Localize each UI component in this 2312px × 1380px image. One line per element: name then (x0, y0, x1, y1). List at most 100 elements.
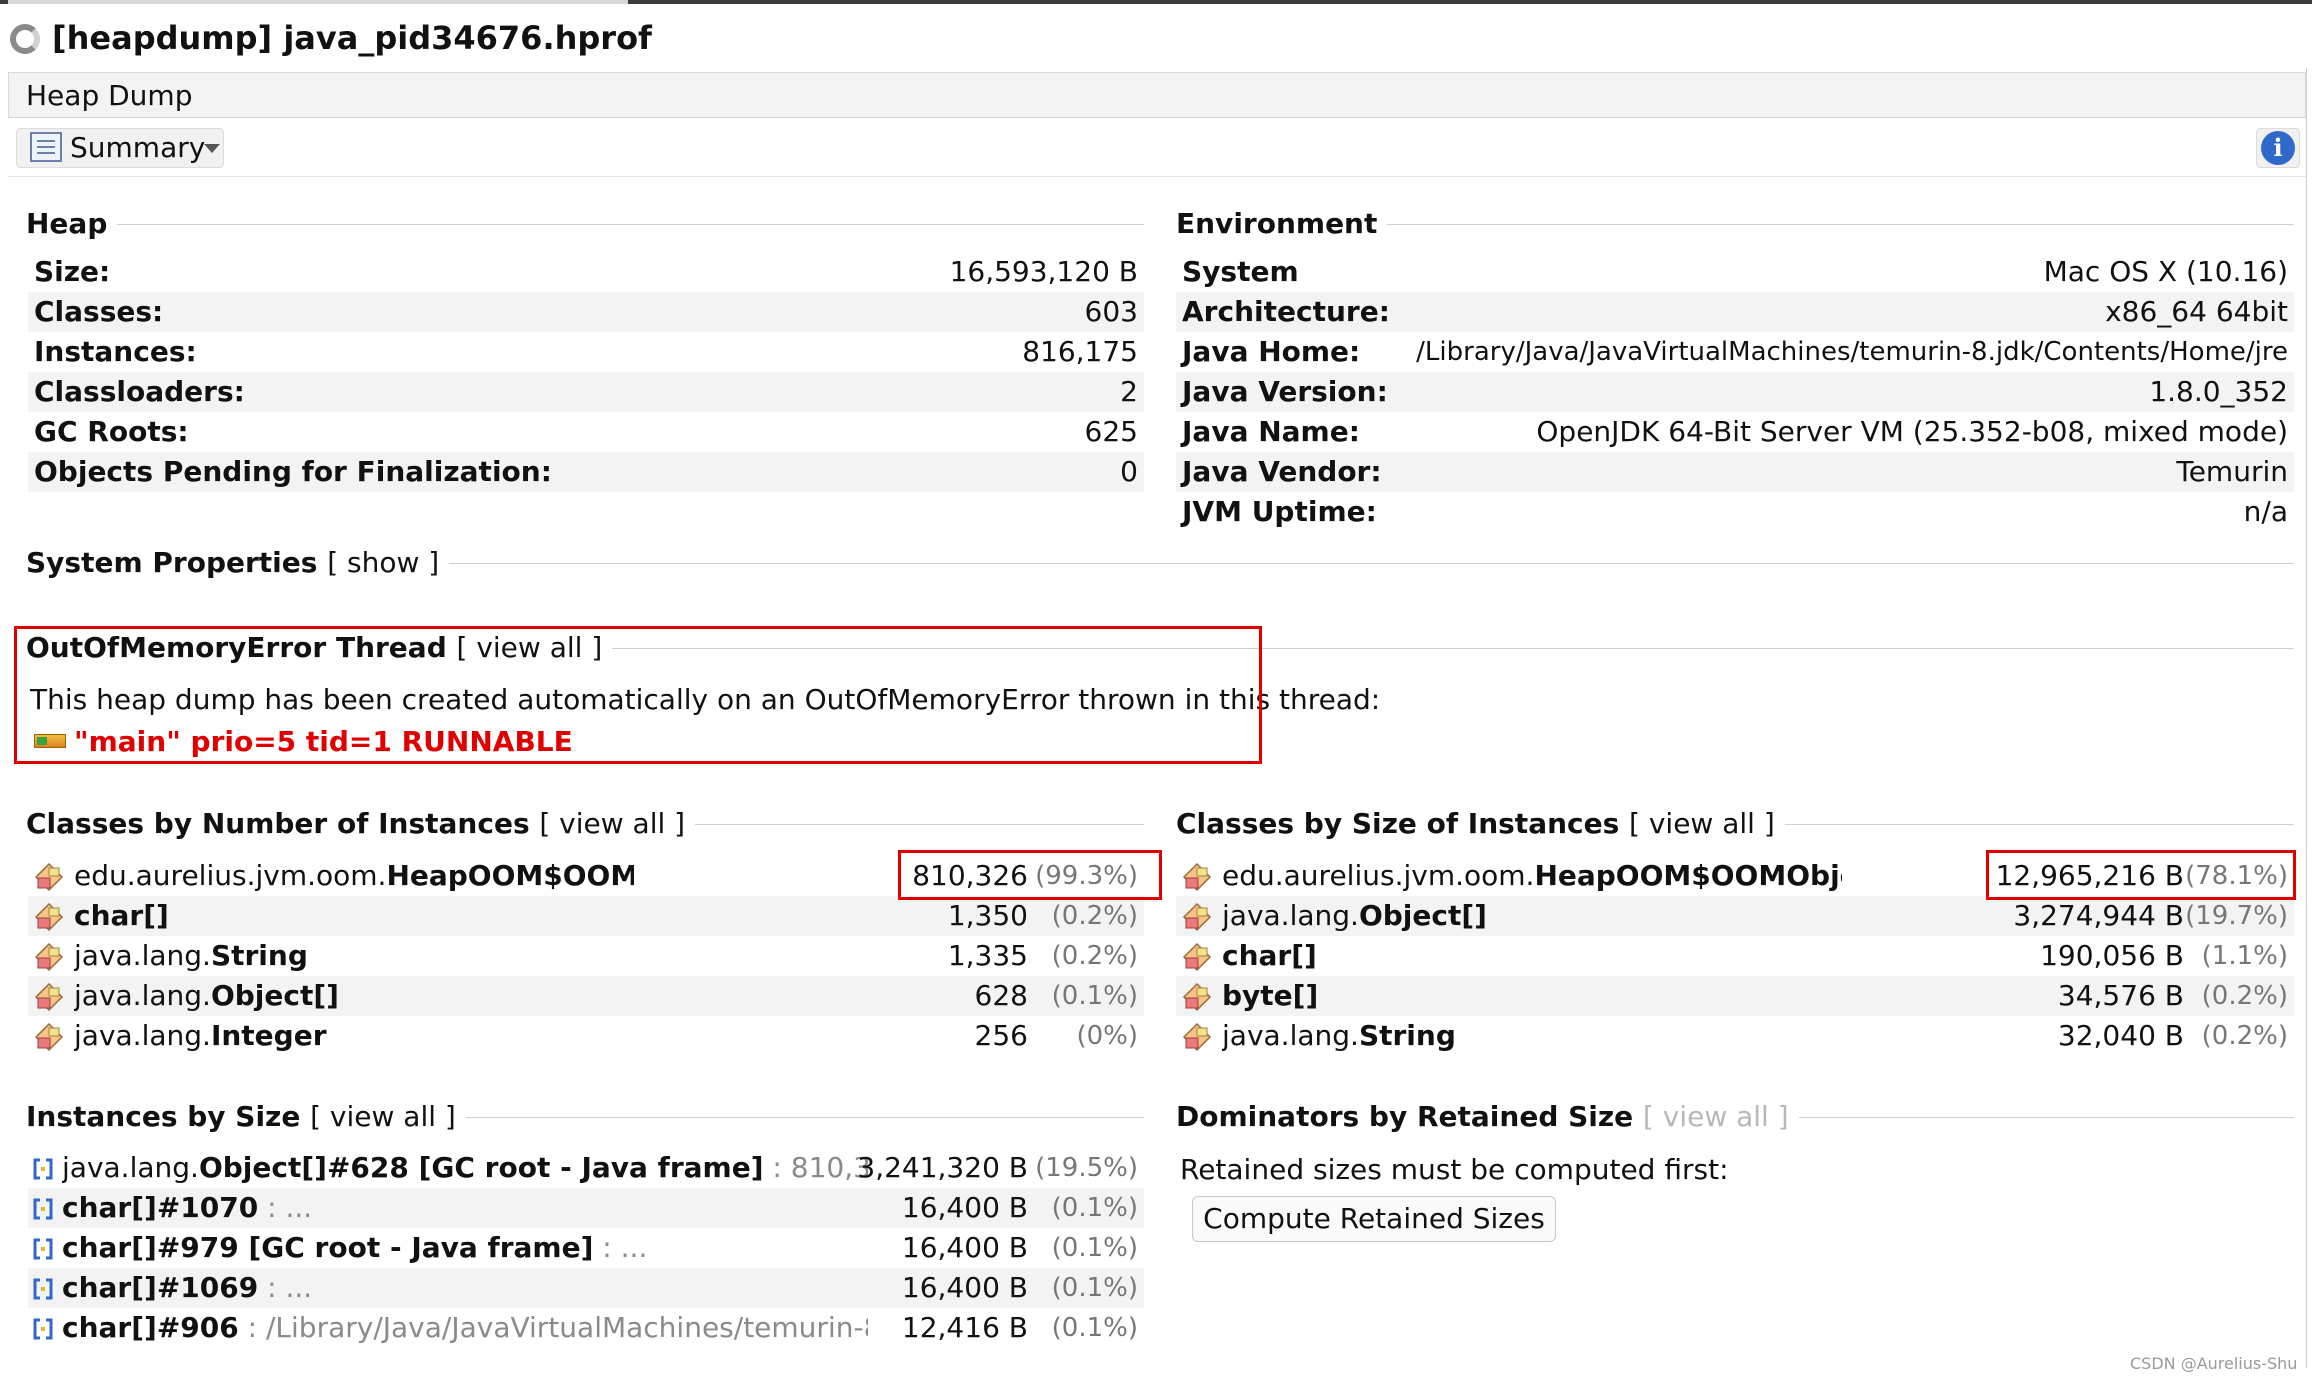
heap-row-value: 0 (1120, 455, 1138, 488)
oom-section-header: OutOfMemoryError Thread [ view all ] (26, 631, 613, 665)
heap-row-label: Instances: (34, 335, 197, 368)
instance-size: 3,274,944 B (2013, 899, 2184, 932)
heap-row-value: 816,175 (1022, 335, 1138, 368)
classes-by-number-header: Classes by Number of Instances [ view al… (26, 807, 696, 841)
class-row[interactable]: java.lang.String 1,335 (0.2%) (28, 936, 1144, 976)
heap-section-rule (26, 224, 1144, 225)
classes-by-size-title: Classes by Size of Instances (1176, 807, 1620, 840)
environment-row: Java Name: OpenJDK 64-Bit Server VM (25.… (1176, 412, 2294, 452)
dominators-title: Dominators by Retained Size (1176, 1100, 1634, 1133)
thread-icon (34, 734, 66, 748)
environment-row-value: n/a (2243, 495, 2288, 528)
environment-row-label: Java Name: (1182, 415, 1360, 448)
class-name: java.lang.String (1222, 1019, 1456, 1052)
classes-by-number-view-all-link[interactable]: [ view all ] (539, 807, 685, 840)
heap-row-label: Objects Pending for Finalization: (34, 455, 552, 488)
heap-row-value: 603 (1084, 295, 1138, 328)
instances-by-size-view-all-link[interactable]: [ view all ] (310, 1100, 456, 1133)
heap-row: Objects Pending for Finalization: 0 (28, 452, 1144, 492)
instance-size: 32,040 B (2057, 1019, 2184, 1052)
instance-size-percent: (19.5%) (1035, 1153, 1138, 1183)
class-size-row[interactable]: java.lang.Object[] 3,274,944 B (19.7%) (1176, 896, 2294, 936)
size-percent: (0.2%) (2201, 981, 2288, 1011)
environment-row-label: Java Home: (1182, 335, 1361, 368)
instance-name: char[]#1070 : ... (62, 1191, 313, 1224)
heap-row-value: 2 (1120, 375, 1138, 408)
class-name: byte[] (1222, 979, 1319, 1012)
environment-row-value: Mac OS X (10.16) (2043, 255, 2288, 288)
instance-size-percent: (0.1%) (1051, 1313, 1138, 1343)
environment-row-value: OpenJDK 64-Bit Server VM (25.352-b08, mi… (1536, 415, 2288, 448)
watermark: CSDN @Aurelius-Shu (2130, 1354, 2298, 1373)
heap-row: Classes: 603 (28, 292, 1144, 332)
instance-percent: (0%) (1076, 1021, 1138, 1051)
oom-view-all-link[interactable]: [ view all ] (457, 631, 603, 664)
active-tab-indicator[interactable] (8, 0, 628, 4)
class-row[interactable]: char[] 1,350 (0.2%) (28, 896, 1144, 936)
instance-row[interactable]: char[]#979 [GC root - Java frame] : ... … (28, 1228, 1144, 1268)
class-icon (1182, 1022, 1212, 1052)
instance-row[interactable]: char[]#1069 : ... 16,400 B (0.1%) (28, 1268, 1144, 1308)
instance-size: 16,400 B (901, 1231, 1028, 1264)
instance-name: char[]#906 : /Library/Java/JavaVirtualMa… (62, 1311, 868, 1344)
instance-size: 16,400 B (901, 1271, 1028, 1304)
instances-by-size-header: Instances by Size [ view all ] (26, 1100, 466, 1134)
system-properties-header: System Properties [ show ] (26, 546, 450, 580)
instance-size-percent: (0.1%) (1051, 1233, 1138, 1263)
class-icon (1182, 982, 1212, 1012)
instance-size: 3,241,320 B (857, 1151, 1028, 1184)
environment-row: Java Vendor: Temurin (1176, 452, 2294, 492)
size-percent: (78.1%) (2185, 861, 2288, 891)
heap-row-value: 625 (1084, 415, 1138, 448)
class-icon (34, 1022, 64, 1052)
instance-size-percent: (0.1%) (1051, 1193, 1138, 1223)
environment-row: System Mac OS X (10.16) (1176, 252, 2294, 292)
heap-section-title: Heap (26, 207, 118, 241)
class-row[interactable]: edu.aurelius.jvm.oom.HeapOOM$OOMObject 8… (28, 856, 1144, 896)
size-percent: (1.1%) (2201, 941, 2288, 971)
environment-row: Java Version: 1.8.0_352 (1176, 372, 2294, 412)
retained-sizes-note: Retained sizes must be computed first: (1180, 1153, 1729, 1186)
class-name: java.lang.Integer (74, 1019, 327, 1052)
instance-size: 12,416 B (901, 1311, 1028, 1344)
instance-name: char[]#1069 : ... (62, 1271, 313, 1304)
instance-row[interactable]: char[]#1070 : ... 16,400 B (0.1%) (28, 1188, 1144, 1228)
instances-by-size-title: Instances by Size (26, 1100, 301, 1133)
environment-row: Architecture: x86_64 64bit (1176, 292, 2294, 332)
class-size-row[interactable]: java.lang.String 32,040 B (0.2%) (1176, 1016, 2294, 1056)
classes-by-size-view-all-link[interactable]: [ view all ] (1629, 807, 1775, 840)
instance-row[interactable]: java.lang.Object[]#628 [GC root - Java f… (28, 1148, 1144, 1188)
instance-count: 1,350 (947, 899, 1028, 932)
instance-row[interactable]: char[]#906 : /Library/Java/JavaVirtualMa… (28, 1308, 1144, 1348)
class-row[interactable]: java.lang.Integer 256 (0%) (28, 1016, 1144, 1056)
class-size-row[interactable]: char[] 190,056 B (1.1%) (1176, 936, 2294, 976)
instance-size: 12,965,216 B (1995, 859, 2184, 892)
instance-percent: (0.2%) (1051, 901, 1138, 931)
instance-size: 34,576 B (2057, 979, 2184, 1012)
class-row[interactable]: java.lang.Object[] 628 (0.1%) (28, 976, 1144, 1016)
heap-dump-tab[interactable]: Heap Dump (26, 78, 192, 114)
class-size-row[interactable]: byte[] 34,576 B (0.2%) (1176, 976, 2294, 1016)
environment-row-label: Java Version: (1182, 375, 1388, 408)
instance-count: 256 (974, 1019, 1028, 1052)
oom-thread-link[interactable]: "main" prio=5 tid=1 RUNNABLE (74, 722, 573, 762)
panel-edge (2306, 68, 2307, 1368)
classes-by-size-header: Classes by Size of Instances [ view all … (1176, 807, 1785, 841)
environment-section-title: Environment (1176, 207, 1388, 241)
heap-row-label: Classes: (34, 295, 164, 328)
class-icon (34, 942, 64, 972)
instance-count: 1,335 (947, 939, 1028, 972)
view-selector-label: Summary (70, 131, 206, 164)
system-properties-title: System Properties (26, 546, 318, 579)
compute-retained-sizes-button[interactable]: Compute Retained Sizes (1192, 1196, 1556, 1242)
heap-row: Size: 16,593,120 B (28, 252, 1144, 292)
class-icon (34, 902, 64, 932)
class-size-row[interactable]: edu.aurelius.jvm.oom.HeapOOM$OOMObject 1… (1176, 856, 2294, 896)
instance-size-percent: (0.1%) (1051, 1273, 1138, 1303)
system-properties-show-link[interactable]: [ show ] (327, 546, 439, 579)
array-instance-icon (33, 1158, 53, 1180)
class-name: edu.aurelius.jvm.oom.HeapOOM$OOMObject (1222, 859, 1842, 892)
environment-row-label: Architecture: (1182, 295, 1390, 328)
instance-count: 628 (974, 979, 1028, 1012)
dominators-header: Dominators by Retained Size [ view all ] (1176, 1100, 1799, 1134)
